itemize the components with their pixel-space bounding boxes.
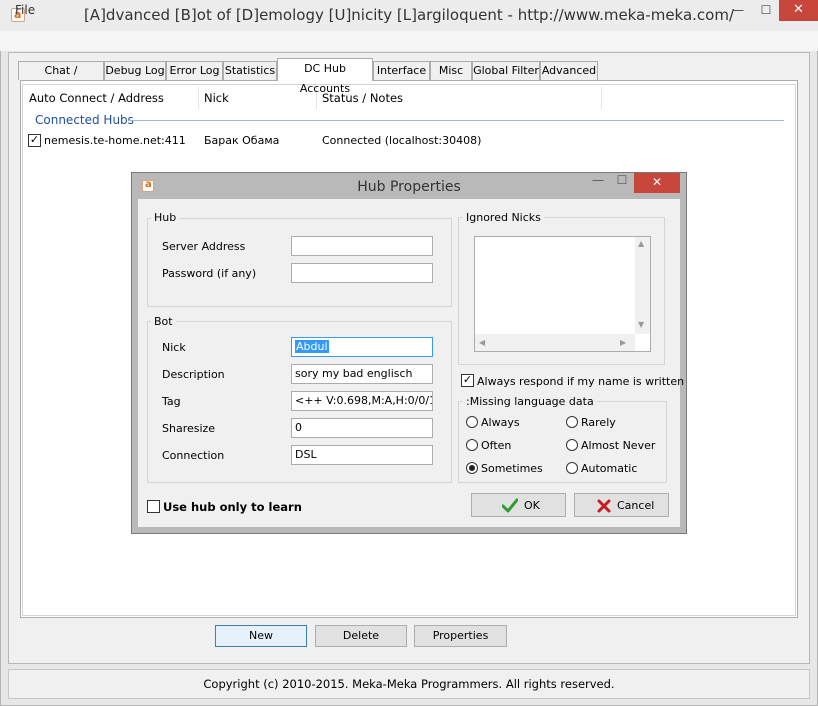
- dialog-close-button[interactable]: ✕: [634, 173, 680, 193]
- tab-global-filter[interactable]: Global Filter: [472, 61, 540, 80]
- radio-often[interactable]: [466, 439, 478, 451]
- cancel-label: Cancel: [617, 499, 655, 512]
- tab-misc[interactable]: Misc: [430, 61, 472, 80]
- bot-group-title: Bot: [151, 315, 176, 328]
- cancel-button[interactable]: Cancel: [574, 493, 669, 517]
- tab-interface[interactable]: Interface: [373, 61, 430, 80]
- connection-label: Connection: [162, 449, 225, 462]
- sharesize-input[interactable]: 0: [291, 418, 433, 438]
- radio-automatic[interactable]: [566, 462, 578, 474]
- tab-advanced[interactable]: Advanced: [540, 61, 598, 80]
- password-input[interactable]: [291, 263, 433, 283]
- always-respond-checkbox[interactable]: ✓: [461, 374, 474, 387]
- minimize-button[interactable]: —: [724, 0, 752, 21]
- tab-debug-log[interactable]: Debug Log: [104, 61, 166, 80]
- delete-button[interactable]: Delete: [315, 625, 407, 647]
- column-header-address[interactable]: Auto Connect / Address: [29, 87, 164, 109]
- menu-bar: [0, 31, 818, 51]
- missing-language-title: :Missing language data: [463, 395, 597, 408]
- learn-only-checkbox[interactable]: [147, 500, 160, 513]
- scroll-up-arrow-icon[interactable]: ▲: [638, 239, 644, 248]
- tab-dc-hub-accounts[interactable]: DC Hub Accounts: [277, 58, 373, 95]
- hub-address[interactable]: nemesis.te-home.net:411: [44, 134, 186, 147]
- tag-label: Tag: [162, 395, 181, 408]
- column-divider: [198, 87, 199, 109]
- ok-label: OK: [524, 499, 540, 512]
- radio-almost-never-label: Almost Never: [581, 439, 656, 452]
- description-input[interactable]: sory my bad englisch: [291, 364, 433, 384]
- tab-error-log[interactable]: Error Log: [166, 61, 223, 80]
- radio-automatic-label: Automatic: [581, 462, 638, 475]
- ok-button[interactable]: OK: [471, 493, 566, 517]
- group-header-line: [128, 120, 784, 121]
- new-button[interactable]: New: [215, 625, 307, 647]
- radio-rarely-label: Rarely: [581, 416, 616, 429]
- tag-input[interactable]: <++ V:0.698,M:A,H:0/0/1,S:: [291, 391, 433, 411]
- window-title: [A]dvanced [B]ot of [D]emology [U]nicity…: [83, 6, 735, 24]
- close-button[interactable]: ✕: [779, 0, 818, 21]
- learn-only-label: Use hub only to learn: [163, 500, 302, 514]
- checkmark-icon: [502, 498, 518, 513]
- radio-always-label: Always: [481, 416, 520, 429]
- scroll-left-arrow-icon[interactable]: ◀: [479, 338, 485, 347]
- ignored-nicks-horizontal-scrollbar[interactable]: [475, 334, 635, 351]
- radio-always[interactable]: [466, 416, 478, 428]
- dialog-minimize-button[interactable]: —: [586, 173, 610, 187]
- maximize-button[interactable]: ☐: [752, 0, 780, 21]
- tab-statistics[interactable]: Statistics: [223, 61, 277, 80]
- server-address-input[interactable]: [291, 236, 433, 256]
- hub-status: Connected (localhost:30408): [322, 134, 482, 147]
- always-respond-label: Always respond if my name is written: [477, 375, 685, 388]
- password-label: Password (if any): [162, 267, 257, 280]
- status-bar: Copyright (c) 2010-2015. Meka-Meka Progr…: [8, 669, 810, 699]
- scroll-right-arrow-icon[interactable]: ▶: [620, 338, 626, 347]
- scroll-down-arrow-icon[interactable]: ▼: [638, 320, 644, 329]
- column-divider: [601, 87, 602, 109]
- hub-nick: Барак Обама: [204, 134, 280, 147]
- cross-icon: [597, 499, 611, 513]
- column-header-nick[interactable]: Nick: [204, 87, 229, 109]
- hub-group-title: Hub: [151, 211, 180, 224]
- radio-sometimes-label: Sometimes: [481, 462, 543, 475]
- connection-input[interactable]: DSL: [291, 445, 433, 465]
- sharesize-label: Sharesize: [162, 422, 216, 435]
- nick-label: Nick: [162, 341, 186, 354]
- radio-rarely[interactable]: [566, 416, 578, 428]
- radio-sometimes[interactable]: [466, 462, 478, 474]
- tab-chat-learning[interactable]: Chat / Learning: [18, 61, 104, 94]
- nick-input[interactable]: Abdul: [291, 337, 433, 357]
- ignored-nicks-title: Ignored Nicks: [463, 211, 544, 224]
- properties-button[interactable]: Properties: [414, 625, 507, 647]
- menu-file[interactable]: File: [15, 3, 35, 17]
- dialog-maximize-button[interactable]: ☐: [610, 173, 634, 187]
- auto-connect-checkbox[interactable]: ✓: [28, 134, 41, 147]
- radio-often-label: Often: [481, 439, 512, 452]
- nick-input-value: Abdul: [295, 340, 329, 353]
- radio-almost-never[interactable]: [566, 439, 578, 451]
- server-address-label: Server Address: [162, 240, 246, 253]
- description-label: Description: [162, 368, 225, 381]
- group-header-connected-hubs: Connected Hubs: [35, 113, 134, 127]
